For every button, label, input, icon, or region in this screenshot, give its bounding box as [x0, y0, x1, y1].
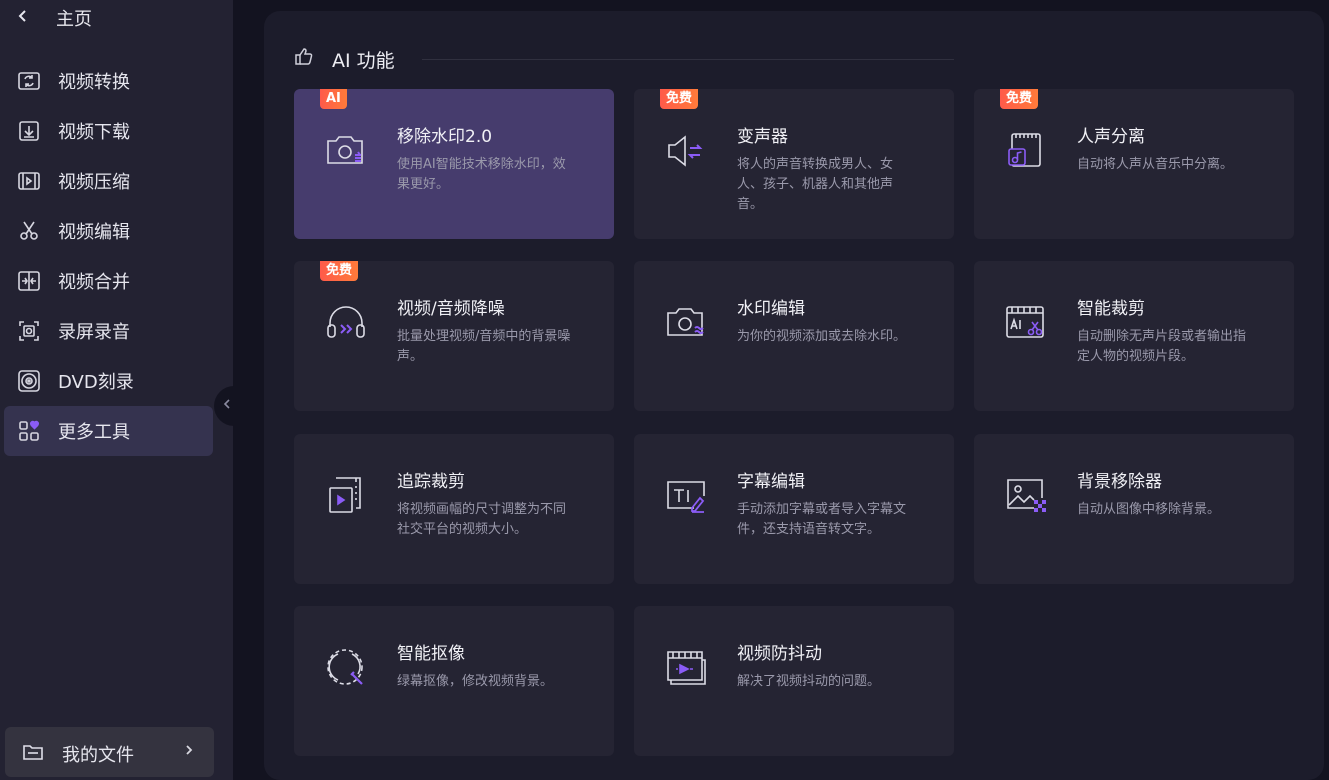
card-description: 自动将人声从音乐中分离。	[1077, 157, 1234, 172]
sidebar-item-more-tools[interactable]: 更多工具	[4, 406, 213, 456]
stabilize-icon	[664, 646, 708, 690]
sidebar-item-label: 录屏录音	[58, 322, 130, 343]
card-description: 为你的视频添加或去除水印。	[737, 329, 907, 344]
sidebar-item-label: 视频转换	[58, 72, 130, 93]
card-title: 视频防抖动	[737, 644, 822, 664]
card-description: 批量处理视频/音频中的背景噪声。	[397, 329, 571, 364]
sidebar-item-dvd-burn[interactable]: DVD刻录	[4, 356, 213, 406]
home-label: 主页	[56, 9, 92, 30]
card-title: 背景移除器	[1077, 472, 1162, 492]
compress-icon	[17, 169, 41, 193]
app-window: 主页 视频转换 视频下载 视频压缩 视频编辑 视频合并 录屏录音 DVD刻录 更…	[0, 0, 1329, 780]
more-tools-icon	[17, 419, 41, 443]
speaker-swap-icon	[664, 129, 708, 173]
tool-card-background-remover[interactable]: 背景移除器 自动从图像中移除背景。	[974, 434, 1294, 584]
section-title: AI 功能	[332, 50, 395, 72]
sidebar-item-label: 视频编辑	[58, 222, 130, 243]
sidebar-item-video-compress[interactable]: 视频压缩	[4, 156, 213, 206]
card-title: 视频/音频降噪	[397, 299, 505, 319]
card-title: 智能裁剪	[1077, 299, 1145, 319]
sidebar-item-label: 视频合并	[58, 272, 130, 293]
card-description: 解决了视频抖动的问题。	[737, 674, 881, 689]
watermark-camera-icon	[324, 129, 368, 173]
convert-icon	[17, 69, 41, 93]
watermark-edit-icon	[664, 301, 708, 345]
tool-card-denoise[interactable]: 免费 视频/音频降噪 批量处理视频/音频中的背景噪声。	[294, 261, 614, 411]
tool-card-smart-cut[interactable]: 智能裁剪 自动删除无声片段或者输出指定人物的视频片段。	[974, 261, 1294, 411]
tool-card-track-crop[interactable]: 追踪裁剪 将视频画幅的尺寸调整为不同社交平台的视频大小。	[294, 434, 614, 584]
sidebar-item-label: 视频压缩	[58, 172, 130, 193]
sidebar-item-video-edit[interactable]: 视频编辑	[4, 206, 213, 256]
my-files-button[interactable]: 我的文件	[5, 727, 214, 777]
section-divider	[422, 59, 954, 60]
chevron-left-icon	[223, 397, 231, 414]
record-screen-icon	[17, 319, 41, 343]
card-title: 变声器	[737, 127, 788, 147]
sidebar-item-label: DVD刻录	[58, 372, 134, 393]
sidebar-item-video-download[interactable]: 视频下载	[4, 106, 213, 156]
download-icon	[17, 119, 41, 143]
tool-card-voice-changer[interactable]: 免费 变声器 将人的声音转换成男人、女人、孩子、机器人和其他声音。	[634, 89, 954, 239]
card-title: 追踪裁剪	[397, 472, 465, 492]
free-badge: 免费	[660, 89, 699, 109]
tool-card-smart-matting[interactable]: 智能抠像 绿幕抠像，修改视频背景。	[294, 606, 614, 756]
card-title: 人声分离	[1077, 127, 1145, 147]
card-title: 字幕编辑	[737, 472, 805, 492]
free-badge: 免费	[1000, 89, 1039, 109]
sidebar-item-video-merge[interactable]: 视频合并	[4, 256, 213, 306]
card-title: 智能抠像	[397, 644, 465, 664]
card-description: 绿幕抠像，修改视频背景。	[397, 674, 554, 689]
disc-icon	[17, 369, 41, 393]
sidebar-item-label: 更多工具	[58, 422, 130, 443]
free-badge: 免费	[320, 261, 359, 281]
ai-cut-icon	[1004, 301, 1048, 345]
folder-icon	[22, 741, 44, 763]
chevron-left-icon	[16, 8, 30, 24]
image-bg-remove-icon	[1004, 474, 1048, 518]
sidebar: 主页 视频转换 视频下载 视频压缩 视频编辑 视频合并 录屏录音 DVD刻录 更…	[0, 0, 233, 780]
card-description: 使用AI智能技术移除水印，效果更好。	[397, 157, 566, 192]
ai-badge: AI	[320, 89, 347, 109]
sidebar-item-video-convert[interactable]: 视频转换	[4, 56, 213, 106]
vocal-separate-icon	[1004, 129, 1048, 173]
track-crop-icon	[324, 474, 368, 518]
matting-icon	[324, 646, 368, 690]
subtitle-icon	[664, 474, 708, 518]
merge-icon	[17, 269, 41, 293]
tool-card-watermark-remove[interactable]: AI 移除水印2.0 使用AI智能技术移除水印，效果更好。	[294, 89, 614, 239]
main-panel: AI 功能 AI 移除水印2.0 使用AI智能技术移除水印，效果更好。 免费 变…	[264, 11, 1324, 780]
card-description: 将人的声音转换成男人、女人、孩子、机器人和其他声音。	[737, 157, 894, 212]
card-title: 移除水印2.0	[397, 127, 493, 147]
card-description: 将视频画幅的尺寸调整为不同社交平台的视频大小。	[397, 502, 567, 537]
card-description: 自动删除无声片段或者输出指定人物的视频片段。	[1077, 329, 1247, 364]
scissors-icon	[17, 219, 41, 243]
thumbs-up-icon	[294, 46, 314, 66]
headphones-icon	[324, 301, 368, 345]
sidebar-item-label: 视频下载	[58, 122, 130, 143]
tool-card-vocal-separate[interactable]: 免费 人声分离 自动将人声从音乐中分离。	[974, 89, 1294, 239]
card-description: 手动添加字幕或者导入字幕文件，还支持语音转文字。	[737, 502, 907, 537]
tool-card-watermark-edit[interactable]: 水印编辑 为你的视频添加或去除水印。	[634, 261, 954, 411]
card-description: 自动从图像中移除背景。	[1077, 502, 1221, 517]
sidebar-item-screen-record[interactable]: 录屏录音	[4, 306, 213, 356]
my-files-label: 我的文件	[62, 745, 134, 766]
tool-card-subtitle-edit[interactable]: 字幕编辑 手动添加字幕或者导入字幕文件，还支持语音转文字。	[634, 434, 954, 584]
home-link[interactable]: 主页	[0, 0, 233, 34]
card-title: 水印编辑	[737, 299, 805, 319]
chevron-right-icon	[184, 743, 194, 761]
tool-card-stabilize[interactable]: 视频防抖动 解决了视频抖动的问题。	[634, 606, 954, 756]
